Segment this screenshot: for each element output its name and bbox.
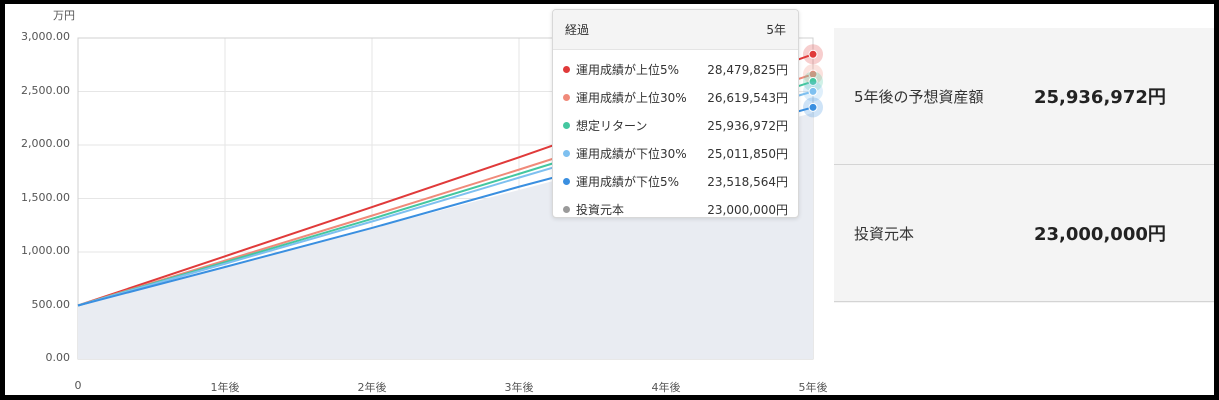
forecast-label: 5年後の予想資産額 — [854, 87, 984, 106]
y-tick-label: 500.00 — [31, 297, 71, 311]
y-tick-label: 0.00 — [45, 351, 71, 364]
series-point-4 — [808, 102, 818, 112]
chart-tooltip: 経過 5年 運用成績が上位5% 28,479,825円運用成績が上位30% 26,6… — [552, 9, 799, 218]
tooltip-header-label: 経過 — [565, 23, 590, 37]
series-point-0 — [808, 49, 818, 59]
y-tick-label: 1,500.00 — [21, 190, 70, 204]
x-tick-label: 1年後 — [210, 381, 240, 394]
tooltip-row: 運用成績が上位5% 28,479,825円 — [553, 55, 798, 83]
simulation-panel: 万円 0.00 500.00 1,000.00 1,500.00 2,000.00 2,5… — [5, 4, 1214, 395]
tooltip-row-value: 23,000,000円 — [707, 202, 788, 217]
x-tick-label: 2年後 — [357, 381, 387, 394]
tooltip-header: 経過 5年 — [553, 10, 798, 50]
x-tick-label: 4年後 — [651, 381, 681, 394]
tooltip-row: 想定リターン 25,936,972円 — [553, 111, 798, 139]
principal-row: 投資元本 23,000,000円 — [834, 165, 1214, 302]
tooltip-row-label: 運用成績が上位30% — [576, 90, 687, 105]
principal-value: 23,000,000円 — [1034, 224, 1166, 245]
tooltip-row-label: 運用成績が下位30% — [576, 146, 687, 161]
tooltip-row-value: 25,936,972円 — [707, 118, 788, 133]
tooltip-row-value: 23,518,564円 — [707, 174, 788, 189]
y-tick-label: 2,500.00 — [21, 83, 70, 97]
tooltip-row-value: 28,479,825円 — [707, 62, 788, 77]
tooltip-row: 運用成績が下位5% 23,518,564円 — [553, 167, 798, 195]
x-tick-label: 3年後 — [504, 381, 534, 394]
y-tick-label: 2,000.00 — [21, 137, 70, 150]
tooltip-row-label: 投資元本 — [576, 202, 625, 217]
forecast-value: 25,936,972円 — [1034, 87, 1166, 108]
tooltip-row: 運用成績が上位30% 26,619,543円 — [553, 83, 798, 111]
x-tick-label: 0 — [74, 379, 82, 392]
tooltip-row: 運用成績が下位30% 25,011,850円 — [553, 139, 798, 167]
legend-dot-icon — [563, 149, 570, 157]
summary-panel: 5年後の予想資産額 25,936,972円 投資元本 23,000,000円 — [834, 28, 1214, 303]
y-tick-label: 1,000.00 — [21, 244, 70, 257]
principal-label: 投資元本 — [854, 224, 915, 243]
tooltip-row-label: 運用成績が下位5% — [576, 174, 680, 189]
tooltip-row-value: 25,011,850円 — [707, 146, 788, 161]
forecast-row: 5年後の予想資産額 25,936,972円 — [834, 28, 1214, 165]
legend-dot-icon — [563, 93, 570, 101]
tooltip-row-label: 想定リターン — [576, 118, 648, 133]
tooltip-row-label: 運用成績が上位5% — [576, 62, 680, 77]
legend-dot-icon — [563, 177, 570, 185]
legend-dot-icon — [563, 65, 570, 73]
y-tick-label: 3,000.00 — [21, 30, 70, 43]
tooltip-row-value: 26,619,543円 — [707, 90, 788, 105]
x-tick-label: 5年後 — [798, 381, 828, 394]
legend-dot-icon — [563, 205, 570, 213]
tooltip-rows: 運用成績が上位5% 28,479,825円運用成績が上位30% 26,619,543… — [553, 50, 798, 223]
tooltip-header-value: 5年 — [766, 23, 786, 37]
tooltip-row: 投資元本 23,000,000円 — [553, 195, 798, 223]
legend-dot-icon — [563, 121, 570, 129]
series-point-3 — [808, 86, 818, 96]
